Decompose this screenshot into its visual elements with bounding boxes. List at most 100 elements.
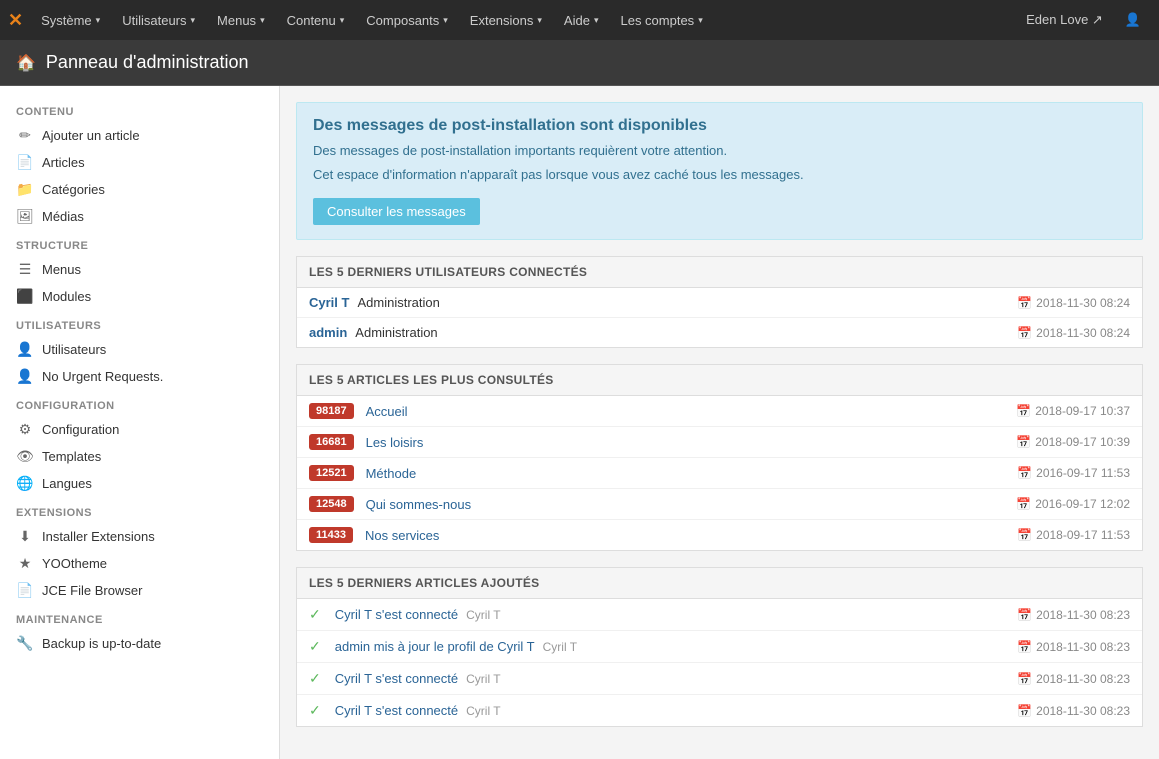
sidebar-item-configuration[interactable]: ⚙ Configuration <box>0 416 279 443</box>
recent-date: 2018-11-30 08:23 <box>1036 608 1130 622</box>
sidebar-section-configuration: CONFIGURATION <box>0 390 279 416</box>
chevron-down-icon: ▾ <box>96 15 101 26</box>
sidebar-item-menus[interactable]: ☰ Menus <box>0 256 279 283</box>
recent-main[interactable]: Cyril T s'est connecté <box>335 703 458 718</box>
main-content: Des messages de post-installation sont d… <box>280 86 1159 759</box>
table-row: ✓ Cyril T s'est connecté Cyril T 📅 2018-… <box>297 695 1142 726</box>
table-row: 12548 Qui sommes-nous 📅 2016-09-17 12:02 <box>297 489 1142 520</box>
user-role: Administration <box>357 295 439 310</box>
article-row-left: 12548 Qui sommes-nous <box>309 496 1016 512</box>
sidebar-item-installer[interactable]: ⬇ Installer Extensions <box>0 523 279 550</box>
sidebar-item-medias[interactable]: 🖼 Médias <box>0 203 279 230</box>
recent-main[interactable]: Cyril T s'est connecté <box>335 607 458 622</box>
sidebar-item-yootheme[interactable]: ★ YOOtheme <box>0 550 279 577</box>
language-icon: 🌐 <box>16 475 34 492</box>
article-date: 2016-09-17 12:02 <box>1035 497 1130 511</box>
article-date: 2016-09-17 11:53 <box>1036 466 1130 480</box>
article-row-right: 📅 2018-09-17 10:37 <box>1016 404 1130 418</box>
gear-icon: ⚙ <box>16 421 34 438</box>
table-row: admin Administration 📅 2018-11-30 08:24 <box>297 318 1142 347</box>
user-row-left: Cyril T Administration <box>309 295 1017 310</box>
article-title[interactable]: Accueil <box>366 404 408 419</box>
article-title[interactable]: Nos services <box>365 528 439 543</box>
chevron-down-icon: ▾ <box>340 15 345 26</box>
eye-icon: 👁 <box>16 448 34 465</box>
nav-extensions[interactable]: Extensions ▾ <box>460 0 552 40</box>
alert-line1: Des messages de post-installation import… <box>313 141 1126 161</box>
sidebar-item-categories[interactable]: 📁 Catégories <box>0 176 279 203</box>
user-area: Eden Love ↗ 👤 <box>1016 0 1151 40</box>
sidebar-item-jce[interactable]: 📄 JCE File Browser <box>0 577 279 604</box>
main-layout: CONTENU ✏ Ajouter un article 📄 Articles … <box>0 86 1159 759</box>
recent-row-left: ✓ Cyril T s'est connecté Cyril T <box>309 606 1017 623</box>
post-install-alert: Des messages de post-installation sont d… <box>296 102 1143 240</box>
sidebar: CONTENU ✏ Ajouter un article 📄 Articles … <box>0 86 280 759</box>
table-row: 98187 Accueil 📅 2018-09-17 10:37 <box>297 396 1142 427</box>
user-date: 2018-11-30 08:24 <box>1036 296 1130 310</box>
check-icon: ✓ <box>309 702 321 719</box>
nav-composants[interactable]: Composants ▾ <box>356 0 458 40</box>
article-title[interactable]: Qui sommes-nous <box>366 497 471 512</box>
user-name[interactable]: admin <box>309 325 347 340</box>
article-date: 2018-09-17 11:53 <box>1036 528 1130 542</box>
nav-systeme[interactable]: Système ▾ <box>31 0 110 40</box>
user-name[interactable]: Cyril T <box>309 295 349 310</box>
user-profile-link[interactable]: Eden Love ↗ <box>1016 0 1113 40</box>
article-row-right: 📅 2018-09-17 11:53 <box>1017 528 1130 542</box>
recent-row-left: ✓ Cyril T s'est connecté Cyril T <box>309 670 1017 687</box>
article-title[interactable]: Les loisirs <box>366 435 424 450</box>
panel-users-header: LES 5 DERNIERS UTILISATEURS CONNECTÉS <box>297 257 1142 288</box>
check-icon: ✓ <box>309 670 321 687</box>
chevron-down-icon: ▾ <box>698 15 703 26</box>
article-title[interactable]: Méthode <box>366 466 417 481</box>
sidebar-item-templates[interactable]: 👁 Templates <box>0 443 279 470</box>
table-row: Cyril T Administration 📅 2018-11-30 08:2… <box>297 288 1142 318</box>
chevron-down-icon: ▾ <box>260 15 265 26</box>
sidebar-item-backup[interactable]: 🔧 Backup is up-to-date <box>0 630 279 657</box>
sidebar-item-ajouter-article[interactable]: ✏ Ajouter un article <box>0 122 279 149</box>
article-count-badge: 12521 <box>309 465 354 481</box>
home-icon: 🏠 <box>16 53 36 73</box>
user-menu-button[interactable]: 👤 <box>1115 0 1151 40</box>
nav-menus[interactable]: Menus ▾ <box>207 0 275 40</box>
recent-row-left: ✓ Cyril T s'est connecté Cyril T <box>309 702 1017 719</box>
nav-aide[interactable]: Aide ▾ <box>554 0 609 40</box>
user-row-right: 📅 2018-11-30 08:24 <box>1017 296 1130 310</box>
sidebar-item-no-urgent[interactable]: 👤 No Urgent Requests. <box>0 363 279 390</box>
recent-sub: Cyril T <box>466 672 500 686</box>
nav-comptes[interactable]: Les comptes ▾ <box>610 0 712 40</box>
table-row: ✓ admin mis à jour le profil de Cyril T … <box>297 631 1142 663</box>
article-row-right: 📅 2016-09-17 11:53 <box>1017 466 1130 480</box>
panel-articles: LES 5 ARTICLES LES PLUS CONSULTÉS 98187 … <box>296 364 1143 551</box>
chevron-down-icon: ▾ <box>191 15 196 26</box>
nav-utilisateurs[interactable]: Utilisateurs ▾ <box>112 0 205 40</box>
recent-main[interactable]: Cyril T s'est connecté <box>335 671 458 686</box>
panel-recent-header: LES 5 DERNIERS ARTICLES AJOUTÉS <box>297 568 1142 599</box>
nav-contenu[interactable]: Contenu ▾ <box>277 0 355 40</box>
recent-row-right: 📅 2018-11-30 08:23 <box>1017 640 1130 654</box>
article-date: 2018-09-17 10:37 <box>1035 404 1130 418</box>
recent-date: 2018-11-30 08:23 <box>1036 640 1130 654</box>
check-icon: ✓ <box>309 606 321 623</box>
alert-line2: Cet espace d'information n'apparaît pas … <box>313 165 1126 185</box>
sidebar-section-utilisateurs: UTILISATEURS <box>0 310 279 336</box>
chevron-down-icon: ▾ <box>594 15 599 26</box>
sidebar-item-articles[interactable]: 📄 Articles <box>0 149 279 176</box>
edit-icon: ✏ <box>16 127 34 144</box>
sidebar-item-modules[interactable]: ⬛ Modules <box>0 283 279 310</box>
panel-users: LES 5 DERNIERS UTILISATEURS CONNECTÉS Cy… <box>296 256 1143 348</box>
calendar-icon: 📅 <box>1017 466 1032 480</box>
table-row: ✓ Cyril T s'est connecté Cyril T 📅 2018-… <box>297 599 1142 631</box>
sidebar-item-langues[interactable]: 🌐 Langues <box>0 470 279 497</box>
article-count-badge: 16681 <box>309 434 354 450</box>
table-row: 11433 Nos services 📅 2018-09-17 11:53 <box>297 520 1142 550</box>
table-row: ✓ Cyril T s'est connecté Cyril T 📅 2018-… <box>297 663 1142 695</box>
article-count-badge: 98187 <box>309 403 354 419</box>
sidebar-item-utilisateurs[interactable]: 👤 Utilisateurs <box>0 336 279 363</box>
calendar-icon: 📅 <box>1017 608 1032 622</box>
calendar-icon: 📅 <box>1017 326 1032 340</box>
consult-messages-button[interactable]: Consulter les messages <box>313 198 480 225</box>
calendar-icon: 📅 <box>1016 497 1031 511</box>
calendar-icon: 📅 <box>1017 704 1032 718</box>
sidebar-section-structure: STRUCTURE <box>0 230 279 256</box>
